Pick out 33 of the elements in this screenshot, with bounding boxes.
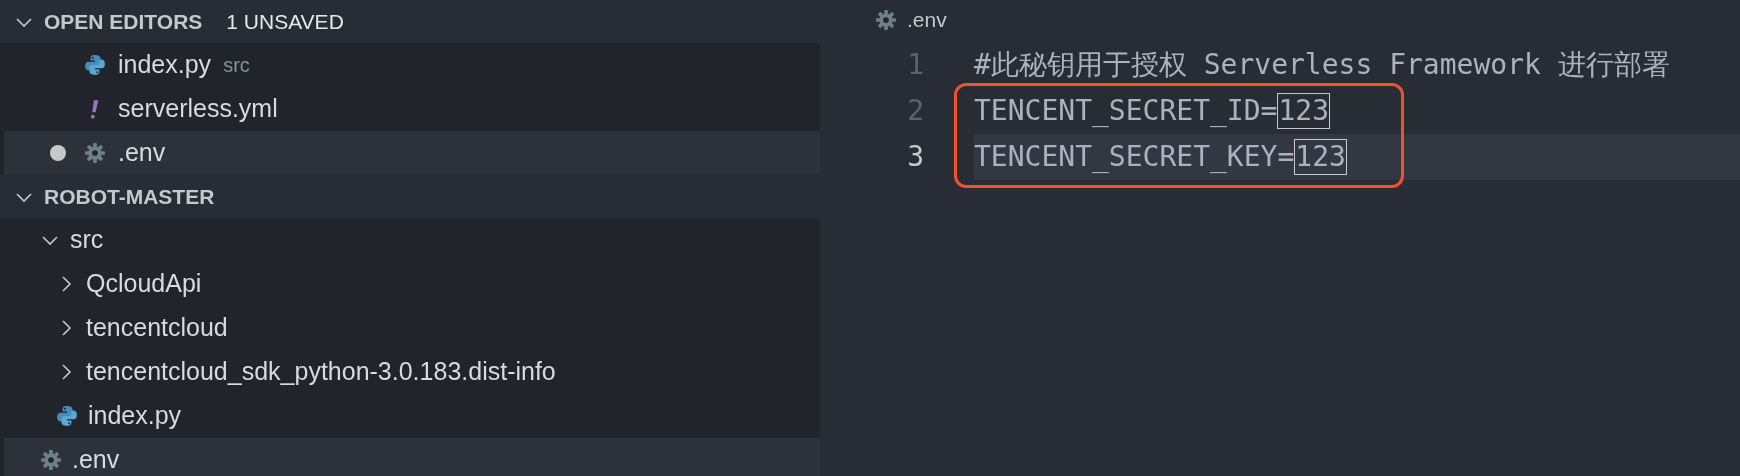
folder-name: src — [70, 224, 104, 256]
line-number: 2 — [906, 93, 924, 129]
folder-name: tencentcloud_sdk_python-3.0.183.dist-info — [86, 356, 556, 388]
section-header[interactable]: OPEN EDITORS 1 UNSAVED — [0, 0, 820, 43]
tree-item[interactable]: QcloudApi — [4, 262, 820, 306]
code-line: #此秘钥用于授权 Serverless Framework 进行部署 — [974, 47, 1671, 83]
section-title: ROBOT-MASTER — [44, 183, 215, 210]
python-icon — [84, 54, 106, 76]
tree-item[interactable]: tencentcloud — [4, 306, 820, 350]
folder-name: tencentcloud — [86, 312, 228, 344]
section-title: OPEN EDITORS — [44, 8, 203, 35]
file-name: .env — [907, 7, 947, 34]
file-name: .env — [118, 137, 166, 169]
open-editor-item[interactable]: index.py src — [4, 43, 820, 87]
file-folder: src — [223, 53, 250, 78]
python-icon — [56, 405, 78, 427]
file-name: index.py — [88, 400, 182, 432]
file-name: .env — [72, 444, 120, 476]
code-line: TENCENT_SECRET_ID=123 — [974, 92, 1332, 131]
tree-item[interactable]: src — [4, 218, 820, 262]
section-header[interactable]: ROBOT-MASTER — [0, 175, 820, 218]
tree-item[interactable]: index.py — [4, 394, 820, 438]
open-editor-item[interactable]: serverless.yml — [4, 87, 820, 131]
open-editor-item[interactable]: .env — [4, 131, 820, 175]
line-number: 3 — [906, 139, 924, 175]
file-name: serverless.yml — [118, 93, 278, 125]
line-number: 1 — [906, 47, 924, 83]
file-name: index.py — [118, 49, 212, 81]
breadcrumb[interactable]: .env — [820, 0, 1740, 40]
tree-item[interactable]: tencentcloud_sdk_python-3.0.183.dist-info — [4, 350, 820, 394]
folder-name: QcloudApi — [86, 268, 202, 300]
tree-item[interactable]: .env — [4, 438, 820, 476]
unsaved-count: 1 UNSAVED — [226, 8, 344, 35]
